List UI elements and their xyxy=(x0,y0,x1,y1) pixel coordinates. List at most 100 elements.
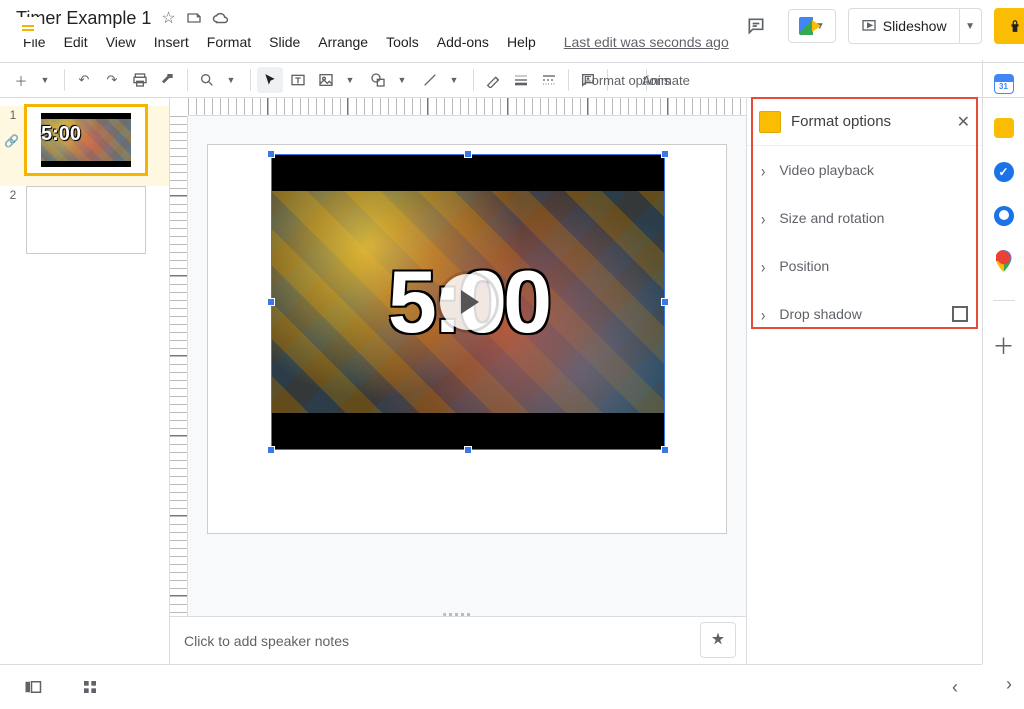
side-panel-dock: ＋ xyxy=(982,60,1024,664)
filmstrip-view-icon[interactable] xyxy=(24,680,42,694)
toolbar: ＋ ▼ ↶ ↷ ▼ ▼ ▼ ▼ Format options xyxy=(0,62,1024,98)
share-button[interactable]: Share xyxy=(994,8,1024,44)
undo-button[interactable]: ↶ xyxy=(71,67,97,93)
new-slide-caret-icon[interactable]: ▼ xyxy=(32,67,58,93)
redo-button[interactable]: ↷ xyxy=(99,67,125,93)
line-caret-icon[interactable]: ▼ xyxy=(441,67,467,93)
drop-shadow-checkbox[interactable] xyxy=(952,306,968,322)
slideshow-button[interactable]: Slideshow xyxy=(849,9,959,43)
format-options-panel: Format options ✕ › Video playback › Size… xyxy=(746,98,982,664)
animate-button[interactable]: Animate xyxy=(653,67,679,93)
thumbnail-1[interactable]: 5:00 xyxy=(26,106,146,174)
menu-bar: File Edit View Insert Format Slide Arran… xyxy=(16,32,736,52)
menu-slide[interactable]: Slide xyxy=(262,32,307,52)
star-icon[interactable]: ☆ xyxy=(161,8,175,28)
slideshow-dropdown[interactable]: ▼ xyxy=(959,9,981,43)
separator xyxy=(568,69,569,91)
shape-caret-icon[interactable]: ▼ xyxy=(389,67,415,93)
border-color-button[interactable] xyxy=(480,67,506,93)
border-weight-button[interactable] xyxy=(508,67,534,93)
calendar-icon[interactable] xyxy=(994,74,1014,94)
comments-button[interactable] xyxy=(736,9,776,43)
ruler-horizontal xyxy=(188,98,746,116)
menu-insert[interactable]: Insert xyxy=(147,32,196,52)
add-addon-icon[interactable]: ＋ xyxy=(992,329,1014,361)
slide-thumbnails: 1 5:00 🔗 2 xyxy=(0,98,170,664)
format-section-video-playback[interactable]: › Video playback xyxy=(747,146,982,194)
paint-format-button[interactable] xyxy=(155,67,181,93)
close-icon[interactable]: ✕ xyxy=(957,112,970,132)
meet-button[interactable]: ▼ xyxy=(788,9,836,43)
format-section-label: Size and rotation xyxy=(779,210,884,226)
shape-tool[interactable] xyxy=(365,67,391,93)
keep-icon[interactable] xyxy=(994,118,1014,138)
slide-canvas[interactable]: 5:00 xyxy=(207,144,727,534)
print-button[interactable] xyxy=(127,67,153,93)
select-tool[interactable] xyxy=(257,67,283,93)
chevron-right-icon: › xyxy=(761,256,765,276)
format-panel-header: Format options ✕ xyxy=(747,98,982,146)
play-button-icon[interactable] xyxy=(440,274,496,330)
separator xyxy=(187,69,188,91)
format-section-label: Drop shadow xyxy=(779,306,862,322)
zoom-caret-icon[interactable]: ▼ xyxy=(218,67,244,93)
thumb-number: 1 xyxy=(6,108,20,122)
format-section-drop-shadow[interactable]: › Drop shadow xyxy=(747,290,982,338)
cloud-status-icon[interactable] xyxy=(212,11,230,25)
link-icon: 🔗 xyxy=(4,134,19,148)
chevron-right-icon: › xyxy=(761,304,765,324)
separator xyxy=(993,300,1015,301)
format-section-label: Position xyxy=(779,258,829,274)
menu-view[interactable]: View xyxy=(99,32,143,52)
image-tool[interactable] xyxy=(313,67,339,93)
new-slide-button[interactable]: ＋ xyxy=(8,67,34,93)
format-options-button[interactable]: Format options xyxy=(614,67,640,93)
chevron-right-icon: › xyxy=(761,160,765,180)
chevron-right-icon: › xyxy=(761,208,765,228)
notes-placeholder: Click to add speaker notes xyxy=(184,633,349,649)
grid-view-icon[interactable] xyxy=(82,679,98,695)
separator xyxy=(473,69,474,91)
explore-button[interactable] xyxy=(700,622,736,658)
bottom-strip: ‹ xyxy=(0,664,982,709)
line-tool[interactable] xyxy=(417,67,443,93)
thumb-number: 2 xyxy=(6,188,20,202)
slideshow-label: Slideshow xyxy=(883,18,947,34)
maps-icon[interactable] xyxy=(996,250,1012,272)
image-caret-icon[interactable]: ▼ xyxy=(337,67,363,93)
menu-format[interactable]: Format xyxy=(200,32,258,52)
slide-stage[interactable]: 5:00 xyxy=(188,116,746,616)
ruler-vertical xyxy=(170,116,188,616)
side-panel-expand-icon[interactable]: › xyxy=(1006,674,1012,695)
format-section-size-rotation[interactable]: › Size and rotation xyxy=(747,194,982,242)
video-object[interactable]: 5:00 xyxy=(272,155,664,449)
textbox-tool[interactable] xyxy=(285,67,311,93)
title-block: Timer Example 1 ☆ File Edit View Insert … xyxy=(16,6,736,52)
thumbnail-2[interactable] xyxy=(26,186,146,254)
thumbnail-row[interactable]: 2 xyxy=(0,186,169,266)
move-icon[interactable] xyxy=(186,10,202,26)
workspace: 1 5:00 🔗 2 5:00 xyxy=(0,98,982,664)
speaker-notes[interactable]: Click to add speaker notes xyxy=(170,616,746,664)
border-dash-button[interactable] xyxy=(536,67,562,93)
collapse-filmstrip-icon[interactable]: ‹ xyxy=(952,677,958,698)
format-panel-title: Format options xyxy=(791,113,947,130)
zoom-button[interactable] xyxy=(194,67,220,93)
contacts-icon[interactable] xyxy=(994,206,1014,226)
menu-edit[interactable]: Edit xyxy=(57,32,95,52)
separator xyxy=(64,69,65,91)
format-section-position[interactable]: › Position xyxy=(747,242,982,290)
menu-tools[interactable]: Tools xyxy=(379,32,426,52)
menu-arrange[interactable]: Arrange xyxy=(311,32,375,52)
canvas-zone: 5:00 xyxy=(170,98,746,664)
meet-icon xyxy=(799,17,813,35)
notes-resize-grip[interactable] xyxy=(443,613,473,616)
last-edit-link[interactable]: Last edit was seconds ago xyxy=(557,32,736,52)
menu-addons[interactable]: Add-ons xyxy=(430,32,496,52)
thumbnail-row[interactable]: 1 5:00 🔗 xyxy=(0,106,169,186)
menu-help[interactable]: Help xyxy=(500,32,543,52)
thumb-video-text: 5:00 xyxy=(41,123,81,146)
slideshow-group: Slideshow ▼ xyxy=(848,8,982,44)
docs-header: Timer Example 1 ☆ File Edit View Insert … xyxy=(0,0,1024,62)
tasks-icon[interactable] xyxy=(994,162,1014,182)
